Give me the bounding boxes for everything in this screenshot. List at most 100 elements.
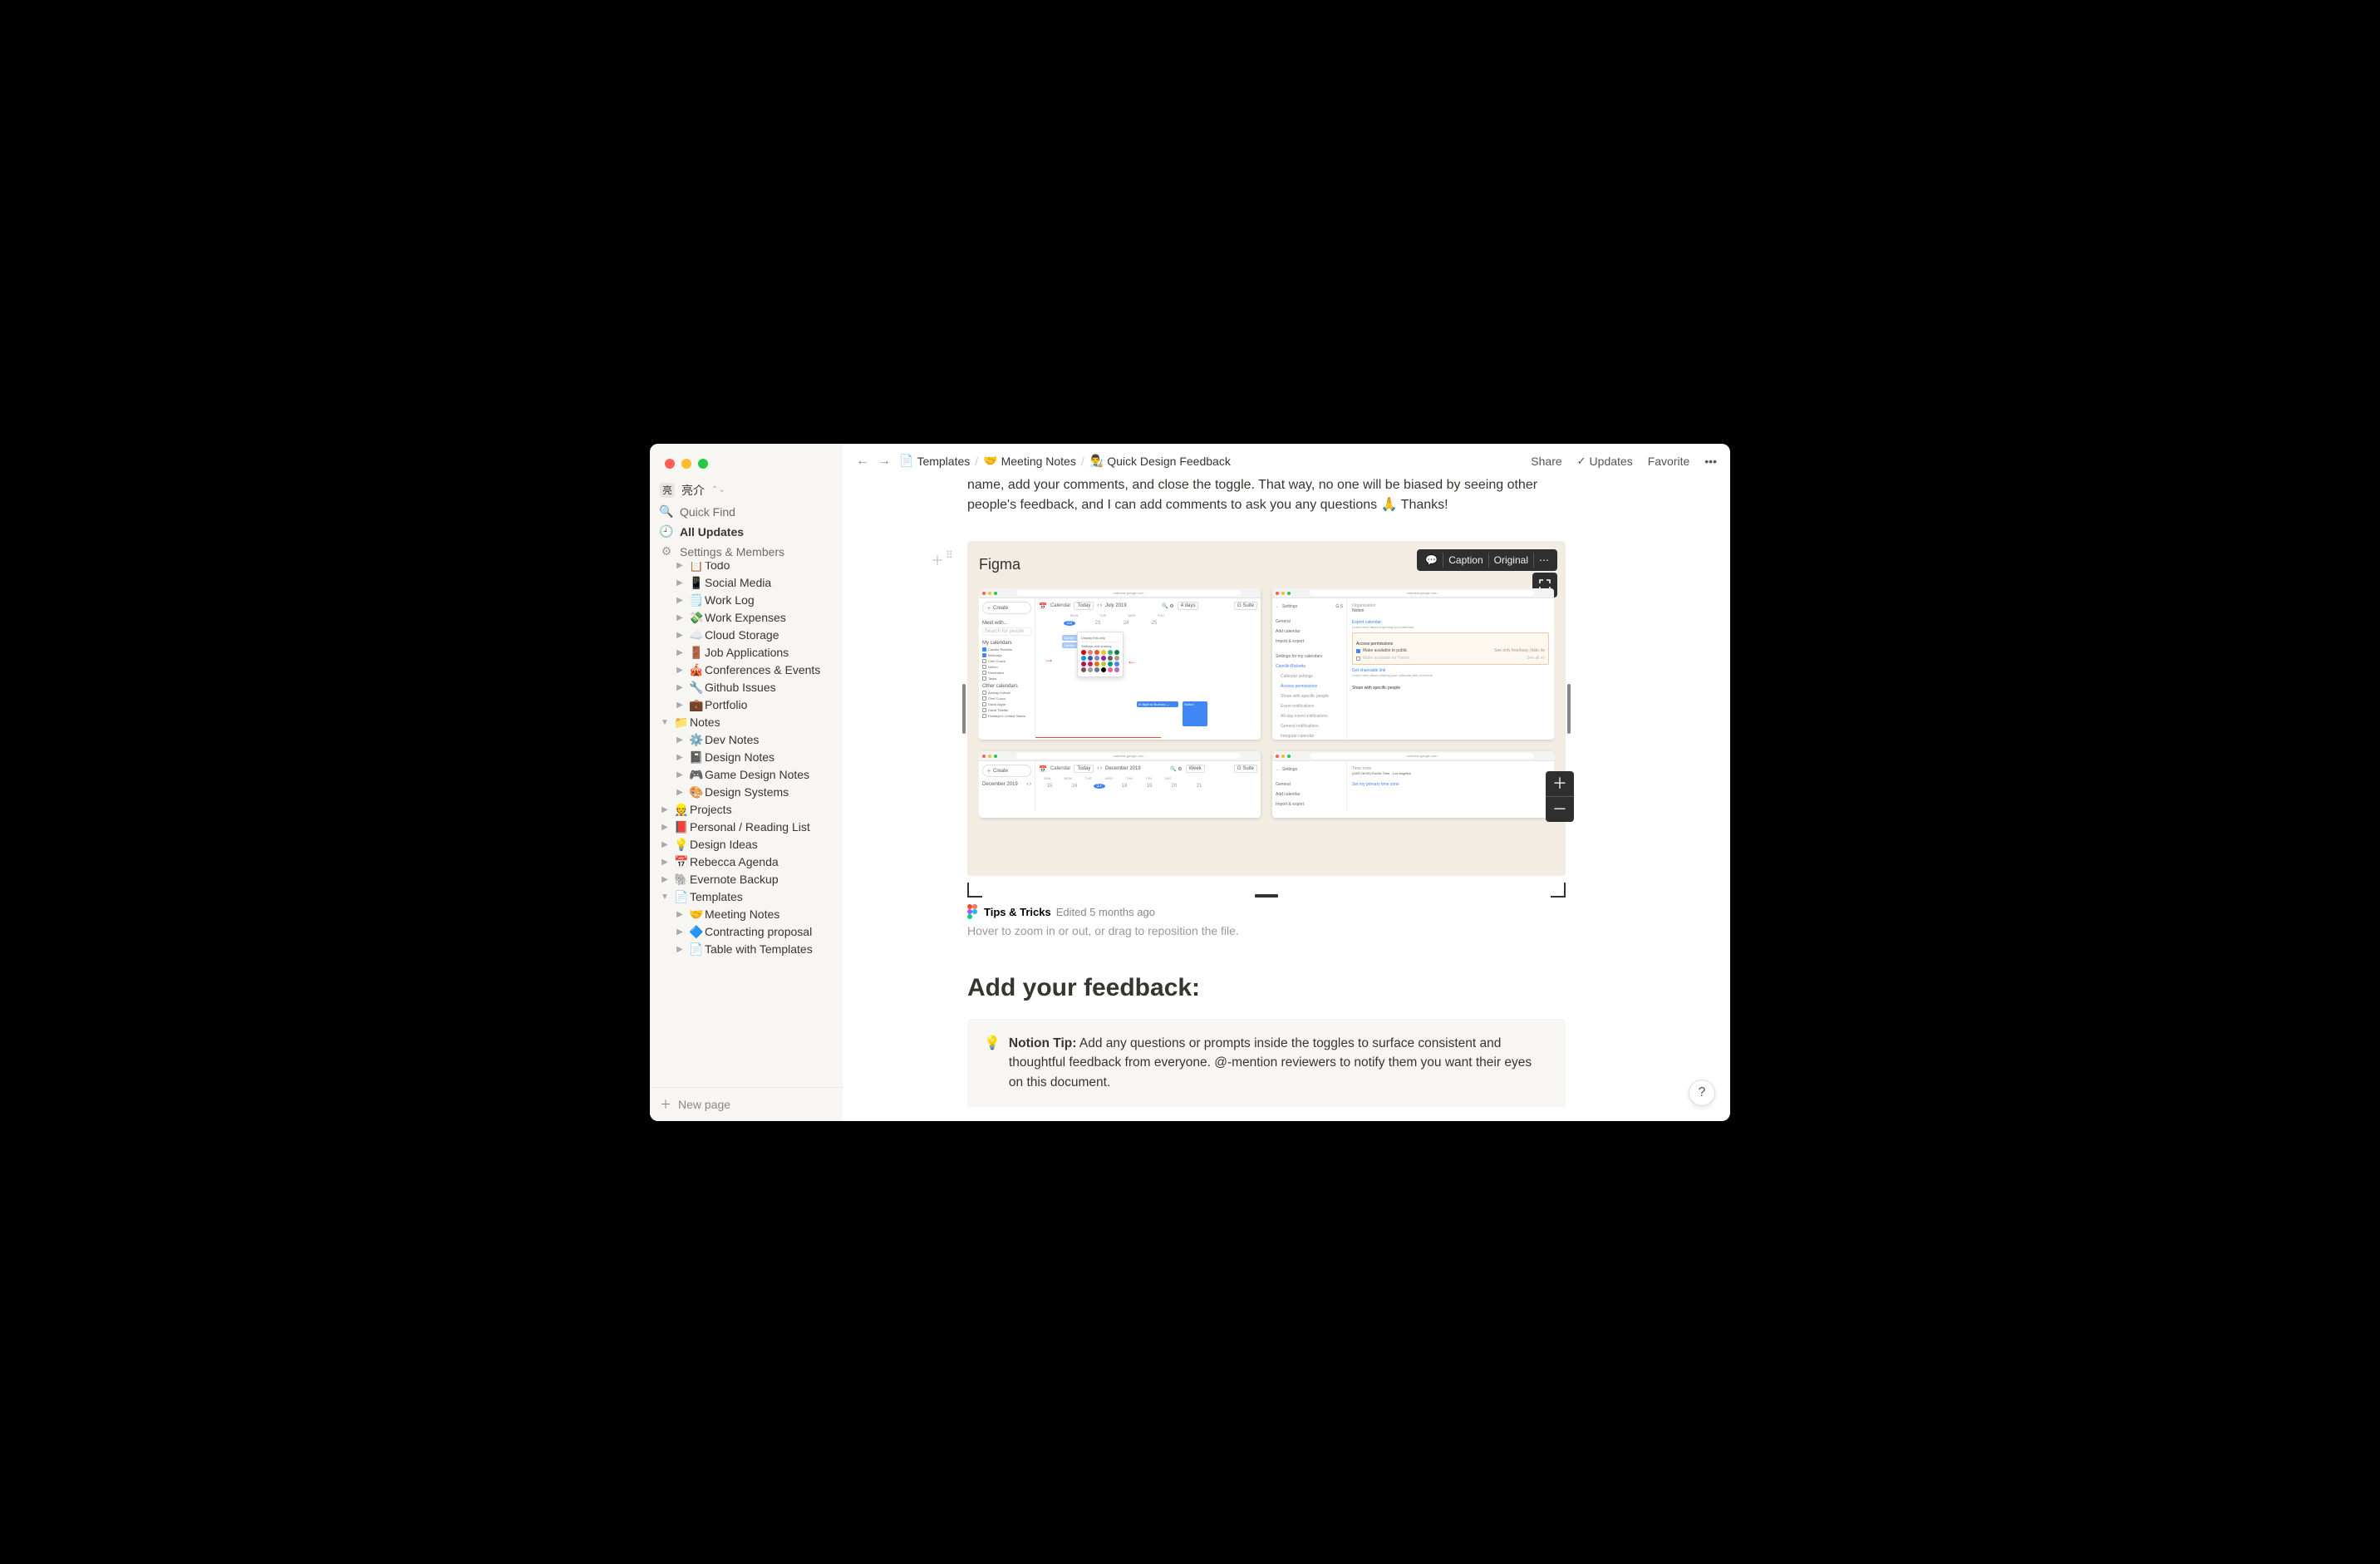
crumb-emoji: 📄 [899, 454, 913, 468]
crop-handle-bottom[interactable] [1255, 894, 1278, 898]
page-emoji: 🎮 [688, 768, 705, 782]
toggle-arrow-icon[interactable]: ▶ [671, 683, 688, 692]
figma-frame-settings-timezone: calendar.google.com ←Settings General Ad… [1272, 751, 1554, 818]
page-item[interactable]: ▶📕Personal / Reading List [650, 819, 843, 836]
breadcrumb-item[interactable]: 👨‍🎨Quick Design Feedback [1089, 454, 1231, 468]
toggle-arrow-icon[interactable]: ▶ [671, 753, 688, 762]
page-label: Github Issues [705, 681, 836, 694]
topbar: ← → 📄Templates/🤝Meeting Notes/👨‍🎨Quick D… [843, 444, 1730, 475]
main-panel: ← → 📄Templates/🤝Meeting Notes/👨‍🎨Quick D… [843, 444, 1730, 1121]
left-crop-handle[interactable] [962, 684, 966, 734]
comment-icon[interactable]: 💬 [1420, 553, 1443, 568]
figma-logo-icon [967, 904, 979, 919]
original-button[interactable]: Original [1488, 553, 1533, 568]
toggle-arrow-icon[interactable]: ▶ [671, 927, 688, 937]
nav-forward-button[interactable]: → [878, 454, 891, 469]
page-item[interactable]: ▶🔷Contracting proposal [650, 923, 843, 941]
crop-corner-br[interactable] [1551, 883, 1566, 898]
crop-corner-bl[interactable] [967, 883, 982, 898]
page-item[interactable]: ▶⚙️Dev Notes [650, 731, 843, 749]
toggle-arrow-icon[interactable]: ▶ [671, 910, 688, 919]
toggle-arrow-icon[interactable]: ▶ [671, 596, 688, 605]
toggle-arrow-icon[interactable]: ▶ [671, 648, 688, 657]
page-item[interactable]: ▶💸Work Expenses [650, 609, 843, 627]
page-item[interactable]: ▶🎮Game Design Notes [650, 766, 843, 784]
maximize-window-button[interactable] [698, 459, 708, 469]
toggle-arrow-icon[interactable]: ▼ [656, 893, 673, 902]
side-all-updates[interactable]: 🕘All Updates [650, 522, 843, 542]
more-menu-button[interactable]: ••• [1704, 455, 1717, 468]
page-emoji: 🤝 [688, 907, 705, 922]
toggle-arrow-icon[interactable]: ▶ [671, 631, 688, 640]
toggle-arrow-icon[interactable]: ▶ [671, 770, 688, 780]
page-item[interactable]: ▶📱Social Media [650, 574, 843, 592]
toggle-arrow-icon[interactable]: ▶ [656, 858, 673, 867]
toggle-arrow-icon[interactable]: ▶ [656, 823, 673, 832]
page-item[interactable]: ▶🔧Github Issues [650, 679, 843, 696]
page-label: Design Notes [705, 750, 836, 764]
page-label: Projects [690, 803, 836, 816]
page-label: Conferences & Events [705, 663, 836, 676]
page-emoji: 🗒️ [688, 593, 705, 607]
page-item[interactable]: ▶🐘Evernote Backup [650, 871, 843, 888]
share-button[interactable]: Share [1531, 455, 1561, 468]
toggle-arrow-icon[interactable]: ▶ [671, 578, 688, 588]
page-label: Table with Templates [705, 942, 836, 956]
page-item[interactable]: ▶🎪Conferences & Events [650, 662, 843, 679]
page-item[interactable]: ▶📅Rebecca Agenda [650, 853, 843, 871]
drag-handle-icon[interactable]: ⠿ [946, 549, 953, 569]
help-button[interactable]: ? [1689, 1080, 1715, 1106]
page-label: Notes [690, 716, 836, 729]
page-item[interactable]: ▶🤝Meeting Notes [650, 906, 843, 923]
zoom-out-button[interactable]: － [1546, 796, 1574, 822]
page-item[interactable]: ▶🎨Design Systems [650, 784, 843, 801]
toggle-arrow-icon[interactable]: ▶ [671, 666, 688, 675]
page-item[interactable]: ▶📓Design Notes [650, 749, 843, 766]
side-settings-members[interactable]: ⚙Settings & Members [650, 542, 843, 562]
toggle-arrow-icon[interactable]: ▶ [656, 840, 673, 849]
updates-button[interactable]: ✓ Updates [1577, 455, 1633, 468]
caption-button[interactable]: Caption [1443, 553, 1488, 568]
page-item[interactable]: ▶🗒️Work Log [650, 592, 843, 609]
red-arrow-icon: ← [1127, 655, 1137, 666]
toggle-arrow-icon[interactable]: ▶ [656, 875, 673, 884]
block-handles[interactable]: ＋ ⠿ [931, 549, 953, 569]
toggle-arrow-icon[interactable]: ▶ [656, 805, 673, 814]
toggle-arrow-icon[interactable]: ▶ [671, 701, 688, 710]
breadcrumb-item[interactable]: 🤝Meeting Notes [983, 454, 1076, 468]
page-item[interactable]: ▶💡Design Ideas [650, 836, 843, 853]
page-item[interactable]: ▶🚪Job Applications [650, 644, 843, 662]
page-label: Design Systems [705, 785, 836, 799]
page-item[interactable]: ▼📁Notes [650, 714, 843, 731]
nav-back-button[interactable]: ← [856, 454, 869, 469]
toggle-arrow-icon[interactable]: ▶ [671, 735, 688, 745]
toggle-arrow-icon[interactable]: ▶ [671, 613, 688, 622]
page-content: name, add your comments, and close the t… [843, 475, 1730, 1121]
toggle-arrow-icon[interactable]: ▼ [656, 718, 673, 727]
page-label: Job Applications [705, 646, 836, 659]
add-block-icon[interactable]: ＋ [931, 549, 944, 569]
page-item[interactable]: ▼📄Templates [650, 888, 843, 906]
figma-embed[interactable]: Figma 💬 Caption Original ⋯ [967, 541, 1566, 876]
minimize-window-button[interactable] [681, 459, 691, 469]
page-item[interactable]: ▶📄Table with Templates [650, 941, 843, 958]
page-label: Meeting Notes [705, 907, 836, 921]
toggle-arrow-icon[interactable]: ▶ [671, 788, 688, 797]
right-crop-handle[interactable] [1567, 684, 1571, 734]
favorite-button[interactable]: Favorite [1648, 455, 1690, 468]
toggle-arrow-icon[interactable]: ▶ [671, 945, 688, 954]
embed-more-button[interactable]: ⋯ [1533, 553, 1554, 568]
zoom-in-button[interactable]: ＋ [1546, 771, 1574, 796]
page-item[interactable]: ▶👷Projects [650, 801, 843, 819]
toggle-arrow-icon[interactable]: ▶ [671, 562, 688, 570]
new-page-button[interactable]: ＋ New page [650, 1087, 843, 1121]
side-quick-find[interactable]: 🔍Quick Find [650, 502, 843, 522]
page-item[interactable]: ▶💼Portfolio [650, 696, 843, 714]
workspace-switcher[interactable]: 亮 亮介 ⌃⌄ [650, 469, 843, 502]
page-label: Contracting proposal [705, 925, 836, 938]
page-item[interactable]: ▶📋Todo [650, 562, 843, 574]
close-window-button[interactable] [665, 459, 675, 469]
page-item[interactable]: ▶☁️Cloud Storage [650, 627, 843, 644]
breadcrumb-item[interactable]: 📄Templates [899, 454, 970, 468]
figma-canvas[interactable]: calendar.google.com ＋Create Meet with...… [979, 588, 1554, 871]
